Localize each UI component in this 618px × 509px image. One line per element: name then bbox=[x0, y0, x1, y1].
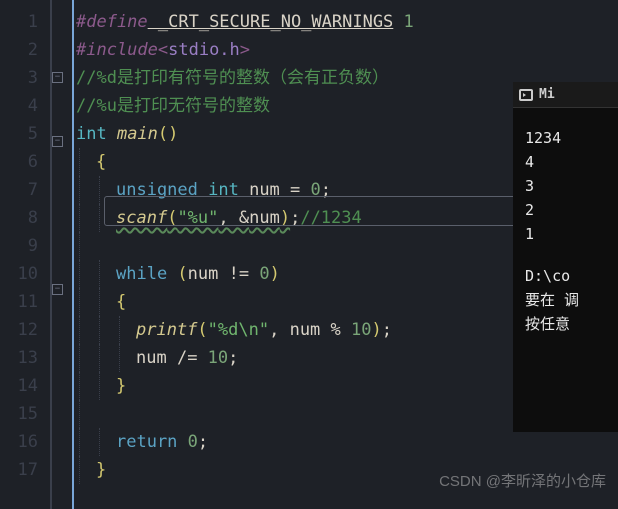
line-number: 8 bbox=[0, 204, 50, 232]
punct: ; bbox=[382, 320, 392, 340]
console-title-bar[interactable]: Mi bbox=[513, 82, 618, 108]
number-literal: 10 bbox=[208, 348, 228, 368]
brace: { bbox=[96, 152, 106, 172]
comment: //1234 bbox=[300, 208, 361, 228]
identifier: num bbox=[249, 180, 280, 200]
watermark: CSDN @李昕泽的小仓库 bbox=[439, 470, 606, 491]
punct: ( bbox=[197, 320, 207, 340]
number-literal: 0 bbox=[311, 180, 321, 200]
line-number: 14 bbox=[0, 372, 50, 400]
comment: //%u是打印无符号的整数 bbox=[76, 96, 270, 116]
keyword: unsigned bbox=[116, 180, 208, 200]
brace: } bbox=[96, 460, 106, 480]
fold-toggle-icon[interactable]: − bbox=[52, 72, 63, 83]
line-number: 11 bbox=[0, 288, 50, 316]
operator: /= bbox=[167, 348, 208, 368]
punct: , bbox=[269, 320, 289, 340]
operator: = bbox=[280, 180, 311, 200]
fold-toggle-icon[interactable]: − bbox=[52, 136, 63, 147]
code-line[interactable]: return 0; bbox=[76, 428, 618, 456]
punct: > bbox=[240, 40, 250, 60]
line-number: 12 bbox=[0, 316, 50, 344]
line-number: 17 bbox=[0, 456, 50, 484]
operator: % bbox=[320, 320, 351, 340]
type-keyword: int bbox=[76, 124, 117, 144]
console-line: 3 bbox=[525, 174, 606, 198]
line-number: 3 bbox=[0, 64, 50, 92]
function-call: printf bbox=[136, 320, 197, 340]
punct: ; bbox=[290, 208, 300, 228]
punct: ; bbox=[228, 348, 238, 368]
number-literal: 0 bbox=[188, 432, 198, 452]
identifier: num bbox=[136, 348, 167, 368]
line-number: 1 bbox=[0, 8, 50, 36]
console-line: D:\co bbox=[525, 264, 606, 288]
console-line: 4 bbox=[525, 150, 606, 174]
punct: ( bbox=[167, 208, 177, 228]
comment: //%d是打印有符号的整数（会有正负数） bbox=[76, 68, 389, 88]
punct: ; bbox=[198, 432, 208, 452]
console-line: 按任意 bbox=[525, 312, 606, 336]
code-line[interactable]: #define _CRT_SECURE_NO_WARNINGS 1 bbox=[76, 8, 618, 36]
number-literal: 0 bbox=[259, 264, 269, 284]
line-number: 5 bbox=[0, 120, 50, 148]
punct: ( bbox=[177, 264, 187, 284]
number-literal: 10 bbox=[351, 320, 371, 340]
line-number: 15 bbox=[0, 400, 50, 428]
console-title: Mi bbox=[539, 87, 555, 102]
type-keyword: int bbox=[208, 180, 249, 200]
line-number: 16 bbox=[0, 428, 50, 456]
string-literal: "%d\n" bbox=[208, 320, 269, 340]
line-number: 2 bbox=[0, 36, 50, 64]
console-line: 2 bbox=[525, 198, 606, 222]
brace: { bbox=[116, 292, 126, 312]
punct: ) bbox=[270, 264, 280, 284]
header-name: stdio.h bbox=[168, 40, 240, 60]
line-number: 9 bbox=[0, 232, 50, 260]
console-output[interactable]: 1234 4 3 2 1 D:\co 要在 调 按任意 bbox=[513, 108, 618, 432]
line-number: 10 bbox=[0, 260, 50, 288]
punct: ) bbox=[280, 208, 290, 228]
macro-keyword: #include< bbox=[76, 40, 168, 60]
line-number: 4 bbox=[0, 92, 50, 120]
line-number: 6 bbox=[0, 148, 50, 176]
identifier: num bbox=[188, 264, 219, 284]
keyword: while bbox=[116, 264, 177, 284]
identifier: num bbox=[290, 320, 321, 340]
macro-keyword: #define bbox=[76, 12, 148, 32]
brace: } bbox=[116, 376, 126, 396]
operator: != bbox=[218, 264, 259, 284]
fold-toggle-icon[interactable]: − bbox=[52, 284, 63, 295]
console-icon bbox=[519, 89, 533, 101]
console-line: 1 bbox=[525, 222, 606, 246]
line-number-gutter: 1 2 3 4 5 6 7 8 9 10 11 12 13 14 15 16 1… bbox=[0, 0, 52, 509]
console-line: 要在 调 bbox=[525, 288, 606, 312]
function-call: scanf bbox=[116, 208, 167, 228]
number-literal: 1 bbox=[393, 12, 413, 32]
keyword: return bbox=[116, 432, 188, 452]
string-literal: "%u" bbox=[177, 208, 218, 228]
fold-gutter: − − − bbox=[52, 0, 72, 509]
punct: ; bbox=[321, 180, 331, 200]
punct: () bbox=[158, 124, 178, 144]
line-number: 13 bbox=[0, 344, 50, 372]
punct: ) bbox=[372, 320, 382, 340]
operator: , & bbox=[218, 208, 249, 228]
function-name: main bbox=[117, 124, 158, 144]
line-number: 7 bbox=[0, 176, 50, 204]
define-name: _CRT_SECURE_NO_WARNINGS bbox=[148, 12, 394, 32]
console-line: 1234 bbox=[525, 126, 606, 150]
code-line[interactable]: #include<stdio.h> bbox=[76, 36, 618, 64]
identifier: num bbox=[249, 208, 280, 228]
